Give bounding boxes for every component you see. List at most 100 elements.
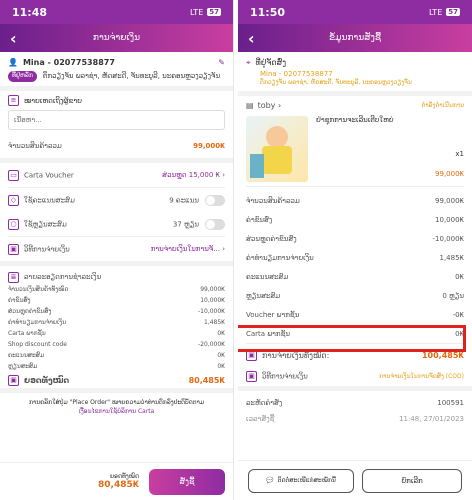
summary-value: 10,000₭ xyxy=(435,215,464,224)
summary-value: -10,000₭ xyxy=(198,308,225,315)
total-icon: ▣ xyxy=(8,374,19,386)
status-time: 11:48 xyxy=(12,5,48,19)
order-time-value: 11:48, 27/01/2023 xyxy=(399,415,464,423)
status-bar: 11:50 LTE 57 xyxy=(238,0,472,24)
summary-value: 0 ຫຼຽນ xyxy=(442,291,464,300)
points-toggle[interactable] xyxy=(205,194,225,206)
shop-row[interactable]: ▤ toby › ກຳລັງດຳເນີນການ xyxy=(238,96,472,114)
product-item[interactable]: ຢ່າຊຸກການຈະເລີນເຕີບໃຫຍ່ x1 99,000₭ xyxy=(238,114,472,186)
wallet-icon: ▣ xyxy=(8,243,19,255)
summary-value: 99,000₭ xyxy=(435,196,464,205)
summary-row: Carta ພາກຊັ້ນ 0₭ xyxy=(0,328,233,339)
summary-row: ຄ່າທຳນຽມການຈ່າຍເງິນ 1,485₭ xyxy=(0,317,233,328)
chevron-right-icon: › xyxy=(222,171,225,179)
address-title: ທີ່ຢູ່ຈັດສົ່ງ xyxy=(255,58,287,67)
points-row: ◇ ໃຊ້ຄະແນນສະສົມ 9 ຄະແນນ xyxy=(0,188,233,212)
points-value: 9 ຄະແນນ xyxy=(169,196,199,204)
address-section[interactable]: 👤 Mina - 02077538877 ✎ ທີ່ຢູ່ຫລັກ ຕຶກວຽງ… xyxy=(0,52,233,86)
voucher-row[interactable]: ▭ Carta Voucher ສ່ວນຫຼຸດ 15,000 ₭ › xyxy=(0,163,233,187)
address-text: ຕຶກວຽງຈັນ ພລາຊ່າ, ຫັດສະດີ, ຈັນທະບູລີ, ນະ… xyxy=(42,72,221,80)
summary-row: Shop discount code -20,000₭ xyxy=(0,339,233,350)
note-section: ≡ ໝາຍເຫດເຖິງຜູ້ຂາຍ xyxy=(0,91,233,134)
payment-label: ວິທີການຈ່າຍເງິນ xyxy=(24,245,70,253)
order-id-row: ລະຫັດຄຳສັ່ງ 100591 xyxy=(238,395,472,411)
summary-row: ສ່ວນຫຼຸດຄ່າຂົນສົ່ງ -10,000₭ xyxy=(0,306,233,317)
coins-label: ໃຊ້ຫຼຽນສະສົມ xyxy=(24,220,67,228)
address-tag: ທີ່ຢູ່ຫລັກ xyxy=(8,71,37,82)
summary-row: ຈຳນວນສິນຄ້າລວມ 99,000₭ xyxy=(238,191,472,210)
contact-seller-button[interactable]: 💬 ຕິດຕໍ່ສະເໜີແກ່ສະໝັກນີ້ xyxy=(248,468,354,493)
network-label: LTE xyxy=(189,7,204,17)
summary-label: ຫຼຽນສະສົມ xyxy=(8,363,38,370)
diamond-icon: ◇ xyxy=(8,194,19,206)
footnote-text: ການຄລິກໃສ່ປຸ່ມ "Place Order" ໝາຍຄວາມວ່າທ… xyxy=(28,399,205,406)
summary-value: 0₭ xyxy=(455,272,464,281)
summary-label: ຄ່າທຳນຽມການຈ່າຍເງິນ xyxy=(246,253,314,262)
summary-value: 0₭ xyxy=(217,330,225,337)
payment-method-row: ▣ ວິທີການຈ່າຍເງິນ ການຈ່າຍເງິນໃນການຈັດສົ່ງ… xyxy=(238,366,472,386)
summary-label: Shop discount code xyxy=(8,341,67,348)
bottom-bar: ຍອດທັງໝົດ 80,485₭ ສັ່ງຊື້ xyxy=(0,462,233,500)
customer-name: Mina - 02077538877 xyxy=(260,70,333,78)
bottom-total-label: ຍອດທັງໝົດ xyxy=(110,473,139,480)
status-time: 11:50 xyxy=(250,5,286,19)
network-label: LTE xyxy=(428,7,443,17)
edit-icon[interactable]: ✎ xyxy=(218,58,225,67)
coin-icon: ○ xyxy=(8,218,19,230)
summary-label: ຄ່າທຳນຽມການຈ່າຍເງິນ xyxy=(8,319,67,326)
order-detail-screen: 11:50 LTE 57 ‹ ຂໍ້ມູນການສັ່ງຊື້ ⌖ ທີ່ຢູ່ຈັ… xyxy=(238,0,472,500)
back-arrow-icon[interactable]: ‹ xyxy=(248,29,268,48)
product-name: ຢ່າຊຸກການຈະເລີນເຕີບໃຫຍ່ xyxy=(316,116,394,124)
address-text: ຕຶກວຽງຈັນ ພລາຊ່າ, ຫັດສະດີ, ຈັນທະບູລີ, ນະ… xyxy=(260,79,412,86)
summary-label: ຈຳນວນສິນຄ້າລວມ xyxy=(246,196,300,205)
page-title: ຂໍ້ມູນການສັ່ງຊື້ xyxy=(328,33,382,43)
summary-label: ຫຼຽນສະສົມ xyxy=(246,291,281,300)
back-arrow-icon[interactable]: ‹ xyxy=(10,29,30,48)
summary-label: Voucher ພາກຊັ້ນ xyxy=(246,310,300,319)
coins-toggle[interactable] xyxy=(205,218,225,230)
subtotal-label: ຈຳນວນສິນຄ້າລວມ xyxy=(8,142,62,150)
summary-row: ຫຼຽນສະສົມ 0₭ xyxy=(0,361,233,372)
order-time-label: ເວລາສັ່ງຊື້ xyxy=(246,415,275,423)
order-status: ກຳລັງດຳເນີນການ xyxy=(421,101,464,109)
battery-icon: 57 xyxy=(207,8,221,16)
note-label: ໝາຍເຫດເຖິງຜູ້ຂາຍ xyxy=(24,96,82,105)
payment-method-row[interactable]: ▣ ວິທີການຈ່າຍເງິນ ການຈ່າຍເງິນໃນການຈັ... › xyxy=(0,237,233,261)
coins-row: ○ ໃຊ້ຫຼຽນສະສົມ 37 ຫຼຽນ xyxy=(0,212,233,236)
shop-icon: ▤ xyxy=(246,100,254,110)
summary-label: ຄ່າຂົນສົ່ງ xyxy=(8,297,31,304)
bottom-actions: 💬 ຕິດຕໍ່ສະເໜີແກ່ສະໝັກນີ້ ຍົກເລີກ xyxy=(238,460,472,500)
shop-name: toby xyxy=(257,100,276,110)
product-image xyxy=(246,116,308,182)
product-qty: x1 xyxy=(455,150,464,158)
battery-icon: 57 xyxy=(446,8,460,16)
payment-value: ການຈ່າຍເງິນໃນການຈັດສົ່ງ (COD) xyxy=(379,372,464,380)
app-header: ‹ ການຈ່າຍເງິນ xyxy=(0,24,233,52)
total-label: ຍອດທັງໝົດ xyxy=(24,375,70,385)
summary-label: ຄະແນນສະສົມ xyxy=(8,352,45,359)
summary-value: 0₭ xyxy=(217,352,225,359)
summary-label: ສ່ວນຫຼຸດຄ່າຂົນສົ່ງ xyxy=(8,308,52,315)
cancel-order-button[interactable]: ຍົກເລີກ xyxy=(362,468,462,493)
summary-value: 0₭ xyxy=(217,363,225,370)
terms-link[interactable]: ເງື່ອນໄຂການໃຊ້ບໍລິການ Carta xyxy=(8,407,225,416)
summary-row: Voucher ພາກຊັ້ນ -0₭ xyxy=(238,305,472,324)
summary-label: ຄະແນນສະສົມ xyxy=(246,272,289,281)
location-icon: ⌖ xyxy=(246,58,251,67)
summary-value: 1,485₭ xyxy=(439,253,465,262)
summary-label: ສ່ວນຫຼຸດຄ່າຂົນສົ່ງ xyxy=(246,234,297,243)
summary-row: ຄ່າຂົນສົ່ງ 10,000₭ xyxy=(0,295,233,306)
coins-value: 37 ຫຼຽນ xyxy=(172,220,199,228)
user-icon: 👤 xyxy=(8,58,18,67)
app-header: ‹ ຂໍ້ມູນການສັ່ງຊື້ xyxy=(238,24,472,52)
bottom-total-value: 80,485₭ xyxy=(98,480,139,490)
product-price: 99,000₭ xyxy=(435,170,464,178)
place-order-button[interactable]: ສັ່ງຊື້ xyxy=(149,468,225,495)
summary-row: ຄະແນນສະສົມ 0₭ xyxy=(0,350,233,361)
summary-value: -10,000₭ xyxy=(432,234,464,243)
voucher-icon: ▭ xyxy=(8,169,19,181)
note-icon: ≡ xyxy=(8,95,19,106)
page-title: ການຈ່າຍເງິນ xyxy=(92,33,141,43)
checkout-screen: 11:48 LTE 57 ‹ ການຈ່າຍເງິນ 👤 Mina - 02077… xyxy=(0,0,234,500)
note-input[interactable] xyxy=(8,110,225,130)
